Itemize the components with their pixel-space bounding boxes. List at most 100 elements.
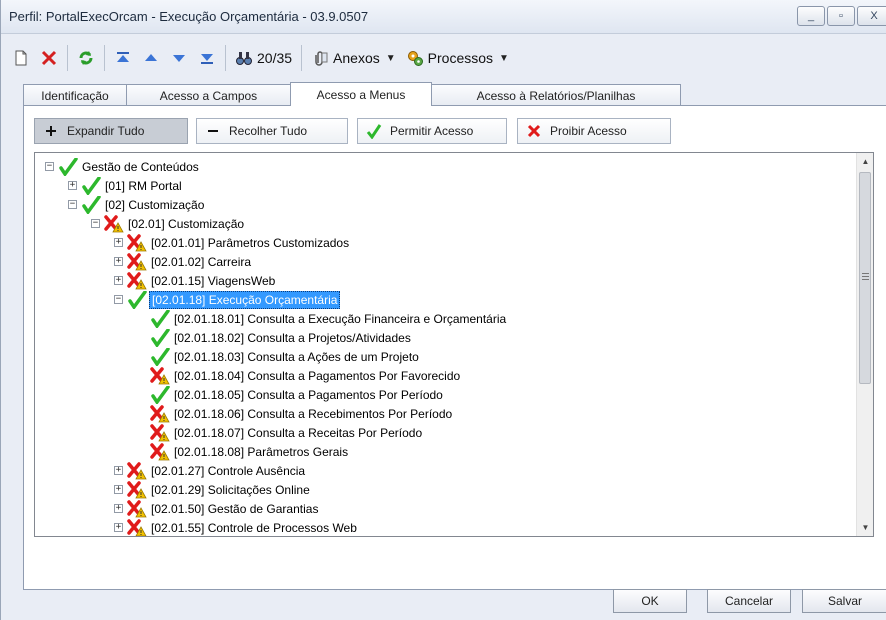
processes-menu[interactable]: Processos ▼: [401, 44, 514, 72]
access-denied-icon[interactable]: [150, 404, 170, 423]
scroll-up-arrow-icon[interactable]: ▲: [857, 153, 873, 170]
tree-node-label[interactable]: [02.01.18.08] Parâmetros Gerais: [172, 444, 350, 460]
access-allowed-icon[interactable]: [150, 384, 170, 405]
access-denied-icon[interactable]: [127, 480, 147, 499]
tree-node-label[interactable]: Gestão de Conteúdos: [80, 159, 201, 175]
collapse-all-button[interactable]: Recolher Tudo: [196, 118, 348, 144]
tree-node[interactable]: [02.01.18.02] Consulta a Projetos/Ativid…: [137, 327, 413, 348]
expand-node-icon[interactable]: +: [114, 257, 123, 266]
access-allowed-icon[interactable]: [150, 327, 170, 348]
access-allowed-icon[interactable]: [150, 346, 170, 367]
tree-node[interactable]: + [02.01.55] Controle de Processos Web: [114, 518, 359, 537]
tree-node[interactable]: + [02.01.29] Solicitações Online: [114, 480, 312, 499]
menu-tree[interactable]: − Gestão de Conteúdos + [01] RM Portal − [02]…: [34, 152, 874, 537]
access-denied-icon[interactable]: [127, 233, 147, 252]
tree-node-label[interactable]: [02.01.50] Gestão de Garantias: [149, 501, 320, 517]
save-button[interactable]: Salvar: [802, 589, 886, 613]
access-denied-icon[interactable]: [127, 252, 147, 271]
ok-button[interactable]: OK: [613, 589, 687, 613]
tree-node[interactable]: [02.01.18.03] Consulta a Ações de um Pro…: [137, 346, 421, 367]
tree-node[interactable]: + [02.01.02] Carreira: [114, 252, 253, 271]
tree-node[interactable]: + [02.01.15] ViagensWeb: [114, 271, 277, 290]
tree-node[interactable]: [02.01.18.04] Consulta a Pagamentos Por …: [137, 366, 462, 385]
next-record-button[interactable]: [165, 44, 193, 72]
collapse-node-icon[interactable]: −: [114, 295, 123, 304]
delete-button[interactable]: [35, 44, 63, 72]
expand-node-icon[interactable]: +: [114, 485, 123, 494]
allow-access-button[interactable]: Permitir Acesso: [357, 118, 507, 144]
close-button[interactable]: X: [857, 6, 886, 26]
access-allowed-icon[interactable]: [127, 289, 147, 310]
expand-node-icon[interactable]: +: [114, 523, 123, 532]
access-denied-icon[interactable]: [127, 518, 147, 537]
deny-access-button[interactable]: Proibir Acesso: [517, 118, 671, 144]
tree-node-label[interactable]: [02.01] Customização: [126, 216, 246, 232]
first-record-button[interactable]: [109, 44, 137, 72]
attachments-menu[interactable]: Anexos ▼: [306, 44, 401, 72]
scroll-down-arrow-icon[interactable]: ▼: [857, 519, 873, 536]
tab-identificacao[interactable]: Identificação: [23, 84, 127, 106]
scrollbar-thumb[interactable]: [859, 172, 871, 384]
maximize-button[interactable]: ▫: [827, 6, 855, 26]
tree-node[interactable]: − [02.01.18] Execução Orçamentária: [114, 289, 341, 310]
tree-node-label[interactable]: [02.01.18.07] Consulta a Receitas Por Pe…: [172, 425, 424, 441]
tree-node-label[interactable]: [02] Customização: [103, 197, 206, 213]
expand-node-icon[interactable]: +: [114, 238, 123, 247]
tree-node-label[interactable]: [02.01.01] Parâmetros Customizados: [149, 235, 351, 251]
tree-node-label[interactable]: [01] RM Portal: [103, 178, 184, 194]
expand-all-button[interactable]: Expandir Tudo: [34, 118, 188, 144]
tree-node-label[interactable]: [02.01.27] Controle Ausência: [149, 463, 307, 479]
tree-scrollbar[interactable]: ▲ ▼: [856, 153, 873, 536]
expand-node-icon[interactable]: +: [68, 181, 77, 190]
tree-node-label[interactable]: [02.01.18.04] Consulta a Pagamentos Por …: [172, 368, 462, 384]
find-button[interactable]: 20/35: [230, 44, 297, 72]
refresh-button[interactable]: [72, 44, 100, 72]
tree-node-label[interactable]: [02.01.18.01] Consulta a Execução Financ…: [172, 311, 508, 327]
tree-node[interactable]: [02.01.18.06] Consulta a Recebimentos Po…: [137, 404, 454, 423]
access-allowed-icon[interactable]: [150, 308, 170, 329]
access-denied-icon[interactable]: [104, 214, 124, 233]
tab-acesso-campos[interactable]: Acesso a Campos: [126, 84, 291, 106]
tree-node-label[interactable]: [02.01.55] Controle de Processos Web: [149, 520, 359, 536]
previous-record-button[interactable]: [137, 44, 165, 72]
expand-node-icon[interactable]: +: [114, 504, 123, 513]
cancel-button[interactable]: Cancelar: [707, 589, 791, 613]
collapse-node-icon[interactable]: −: [45, 162, 54, 171]
tree-node[interactable]: − [02.01] Customização: [91, 214, 246, 233]
tree-node[interactable]: + [02.01.50] Gestão de Garantias: [114, 499, 320, 518]
access-denied-icon[interactable]: [127, 499, 147, 518]
collapse-node-icon[interactable]: −: [91, 219, 100, 228]
tab-acesso-relatorios[interactable]: Acesso à Relatórios/Planilhas: [431, 84, 681, 106]
tree-node[interactable]: + [02.01.01] Parâmetros Customizados: [114, 233, 351, 252]
access-denied-icon[interactable]: [150, 442, 170, 461]
access-allowed-icon[interactable]: [58, 156, 78, 177]
tree-node-label[interactable]: [02.01.18.05] Consulta a Pagamentos Por …: [172, 387, 445, 403]
access-denied-icon[interactable]: [127, 461, 147, 480]
expand-node-icon[interactable]: +: [114, 466, 123, 475]
access-denied-icon[interactable]: [150, 423, 170, 442]
access-denied-icon[interactable]: [150, 366, 170, 385]
expand-node-icon[interactable]: +: [114, 276, 123, 285]
new-button[interactable]: [7, 44, 35, 72]
tree-node-label[interactable]: [02.01.02] Carreira: [149, 254, 253, 270]
last-record-button[interactable]: [193, 44, 221, 72]
tree-node[interactable]: − [02] Customização: [68, 194, 206, 215]
tree-node[interactable]: − Gestão de Conteúdos: [45, 156, 201, 177]
tree-node[interactable]: [02.01.18.07] Consulta a Receitas Por Pe…: [137, 423, 424, 442]
tree-node[interactable]: + [02.01.27] Controle Ausência: [114, 461, 307, 480]
tab-acesso-menus[interactable]: Acesso a Menus: [290, 82, 432, 106]
tree-node-label[interactable]: [02.01.18.06] Consulta a Recebimentos Po…: [172, 406, 454, 422]
access-denied-icon[interactable]: [127, 271, 147, 290]
tree-node-label[interactable]: [02.01.15] ViagensWeb: [149, 273, 277, 289]
collapse-node-icon[interactable]: −: [68, 200, 77, 209]
tree-node[interactable]: [02.01.18.05] Consulta a Pagamentos Por …: [137, 384, 445, 405]
access-allowed-icon[interactable]: [81, 194, 101, 215]
tree-node-label[interactable]: [02.01.18.03] Consulta a Ações de um Pro…: [172, 349, 421, 365]
tree-node-label[interactable]: [02.01.18] Execução Orçamentária: [149, 290, 341, 309]
access-allowed-icon[interactable]: [81, 175, 101, 196]
tree-node[interactable]: + [01] RM Portal: [68, 175, 184, 196]
tree-node-label[interactable]: [02.01.29] Solicitações Online: [149, 482, 312, 498]
tree-node[interactable]: [02.01.18.08] Parâmetros Gerais: [137, 442, 350, 461]
tree-node[interactable]: [02.01.18.01] Consulta a Execução Financ…: [137, 308, 508, 329]
minimize-button[interactable]: _: [797, 6, 825, 26]
